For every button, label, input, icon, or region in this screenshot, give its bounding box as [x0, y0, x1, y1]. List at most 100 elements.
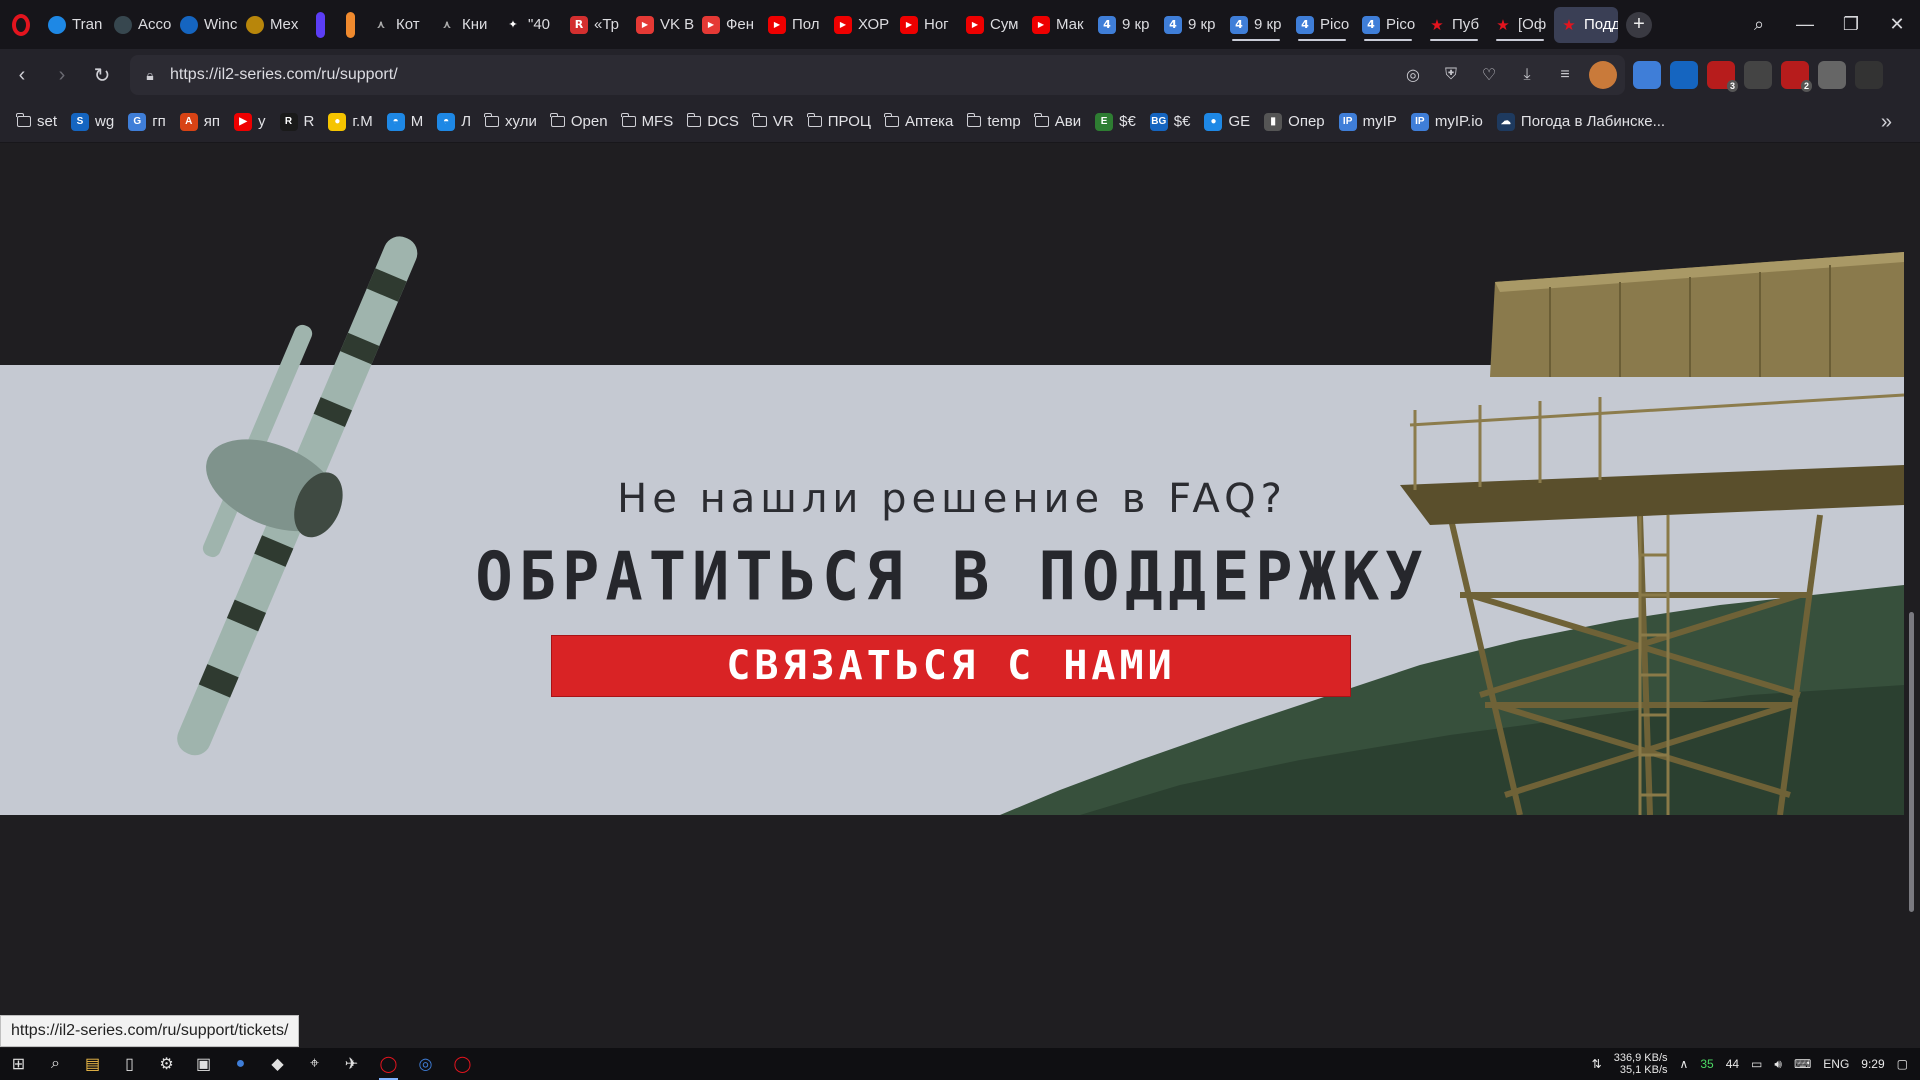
tab-3[interactable]: Mex — [240, 7, 304, 43]
network-icon[interactable]: ▭ — [1751, 1057, 1762, 1071]
tray-expand-chevron-icon[interactable]: ∧ — [1680, 1057, 1689, 1071]
tab-14[interactable]: ▶ Ног — [894, 7, 958, 43]
bookmark-item[interactable]: Open — [550, 113, 608, 130]
file-explorer-icon[interactable]: ▤ — [74, 1048, 111, 1080]
language-indicator[interactable]: ENG — [1823, 1057, 1849, 1071]
tab-24[interactable]: ★ Поддерж — [1554, 6, 1618, 43]
bookmark-item[interactable]: ◓ М — [386, 112, 423, 131]
settings-gear-icon[interactable]: ⚙ — [148, 1048, 185, 1080]
page-scrollbar[interactable] — [1904, 147, 1920, 1008]
minimize-button[interactable]: — — [1782, 0, 1828, 49]
steelseries-taskbar-icon[interactable]: ◎ — [407, 1048, 444, 1080]
bookmark-heart-icon[interactable]: ♡ — [1475, 61, 1503, 89]
tab-20[interactable]: 4 Pico — [1290, 7, 1354, 43]
bookmark-item[interactable]: ● GE — [1204, 112, 1250, 131]
tab-15[interactable]: ▶ Сум — [960, 7, 1024, 43]
steelseries-icon[interactable] — [1670, 61, 1698, 89]
download-icon[interactable]: ⤓ — [1513, 61, 1541, 89]
more-bookmarks-chevron-icon[interactable]: » — [1881, 101, 1892, 143]
scrollbar-thumb[interactable] — [1909, 612, 1914, 912]
url-field[interactable]: 🔒︎ https://il2-series.com/ru/support/ ◎ … — [130, 55, 1625, 95]
restore-button[interactable]: ❐ — [1828, 0, 1874, 49]
tab-22[interactable]: ★ Пуб — [1422, 7, 1486, 43]
bookmark-item[interactable]: DCS — [686, 113, 739, 130]
bookmark-item[interactable]: ● г.М — [328, 112, 373, 131]
keyboard-icon[interactable]: ⌨ — [1794, 1057, 1811, 1071]
search-icon[interactable]: ⌕ — [37, 1048, 74, 1080]
reload-button[interactable]: ↻ — [82, 55, 122, 95]
forward-button[interactable]: › — [42, 55, 82, 95]
tab-11[interactable]: ▶ Фен — [696, 7, 760, 43]
ublock-icon[interactable]: 3 — [1707, 61, 1738, 92]
bookmark-item[interactable]: ▶ у — [234, 112, 266, 131]
plane-icon[interactable]: ✈ — [333, 1048, 370, 1080]
notepad-icon[interactable]: ▯ — [111, 1048, 148, 1080]
bookmark-item[interactable]: set — [16, 113, 57, 130]
tab-23[interactable]: ★ [Оф — [1488, 7, 1552, 43]
store-icon[interactable]: ▣ — [185, 1048, 222, 1080]
gamepad-icon[interactable]: ⌖ — [296, 1048, 333, 1080]
bookmark-label: wg — [95, 113, 115, 130]
tab-2[interactable]: Winc — [174, 7, 238, 43]
contact-us-button[interactable]: СВЯЗАТЬСЯ С НАМИ — [551, 635, 1351, 697]
tab-10[interactable]: ▶ VK В — [630, 7, 694, 43]
tab-0[interactable]: Tran — [42, 7, 106, 43]
bookmark-item[interactable]: MFS — [620, 113, 673, 130]
tab-17[interactable]: 4 9 кр — [1092, 7, 1156, 43]
tab-1[interactable]: Acco — [108, 7, 172, 43]
bookmark-item[interactable]: E $€ — [1095, 112, 1136, 131]
bookmark-item[interactable]: ◓ Л — [437, 112, 471, 131]
clock[interactable]: 9:29 — [1861, 1057, 1884, 1071]
tab-5[interactable] — [336, 7, 364, 43]
bookmark-item[interactable]: хули — [484, 113, 537, 130]
translate-icon[interactable] — [1633, 61, 1661, 89]
tab-18[interactable]: 4 9 кр — [1158, 7, 1222, 43]
bookmark-item[interactable]: RR — [279, 112, 314, 131]
globe-icon[interactable] — [1818, 61, 1846, 89]
tab-19[interactable]: 4 9 кр — [1224, 7, 1288, 43]
tab-12[interactable]: ▶ Пол — [762, 7, 826, 43]
tab-8[interactable]: ✦ "40 — [498, 7, 562, 43]
bookmark-item[interactable]: VR — [752, 113, 794, 130]
back-button[interactable]: ‹ — [2, 55, 42, 95]
tab-4[interactable] — [306, 7, 334, 43]
avatar[interactable] — [1589, 61, 1617, 89]
opera-menu-button[interactable] — [0, 0, 42, 49]
ublock-icon[interactable]: 2 — [1781, 61, 1812, 92]
bookmark-item[interactable]: Gгп — [128, 112, 166, 131]
shield-icon[interactable]: ⛨ — [1437, 61, 1465, 89]
snapshot-camera-icon[interactable]: ◎ — [1399, 61, 1427, 89]
volume-icon[interactable]: 🔊︎ — [1774, 1057, 1782, 1072]
start-button[interactable]: ⊞ — [0, 1048, 37, 1080]
easy-setup-icon[interactable]: ≡ — [1551, 61, 1579, 89]
bookmark-item[interactable]: temp — [966, 113, 1021, 130]
bookmark-item[interactable]: Swg — [71, 112, 115, 131]
close-window-button[interactable]: ✕ — [1874, 0, 1920, 49]
tab-6[interactable]: ⋏ Кот — [366, 7, 430, 43]
new-tab-button[interactable]: + — [1626, 11, 1652, 38]
search-tabs-icon[interactable]: ⌕ — [1736, 0, 1782, 49]
tab-21[interactable]: 4 Pico — [1356, 7, 1420, 43]
bookmark-item[interactable]: IP myIP — [1338, 112, 1397, 131]
url-text[interactable]: https://il2-series.com/ru/support/ — [170, 66, 398, 84]
app-tag-icon[interactable]: ◆ — [259, 1048, 296, 1080]
vr-icon[interactable] — [1744, 61, 1772, 89]
tab-7[interactable]: ⋏ Кни — [432, 7, 496, 43]
tab-9[interactable]: R «Тр — [564, 7, 628, 43]
opera-taskbar-icon[interactable]: ◯ — [370, 1048, 407, 1080]
bookmark-item[interactable]: IP myIP.io — [1410, 112, 1483, 131]
bookmark-item[interactable]: BG $€ — [1149, 112, 1190, 131]
cube-icon[interactable] — [1855, 61, 1883, 89]
bookmark-item[interactable]: ▮ Опер — [1264, 112, 1325, 131]
notifications-icon[interactable]: ▢ — [1897, 1057, 1908, 1071]
bookmark-item[interactable]: Aяп — [179, 112, 220, 131]
opera-gx-taskbar-icon[interactable]: ◯ — [444, 1048, 481, 1080]
bookmark-item[interactable]: ☁ Погода в Лабинске... — [1496, 112, 1665, 131]
bookmark-item[interactable]: Аптека — [884, 113, 953, 130]
bookmark-item[interactable]: Ави — [1034, 113, 1081, 130]
tab-13[interactable]: ▶ ХОР — [828, 7, 892, 43]
tab-16[interactable]: ▶ Мак — [1026, 7, 1090, 43]
app-globe-icon[interactable]: ● — [222, 1048, 259, 1080]
lock-icon[interactable]: 🔒︎ — [130, 67, 170, 84]
bookmark-item[interactable]: ПРОЦ — [807, 113, 871, 130]
